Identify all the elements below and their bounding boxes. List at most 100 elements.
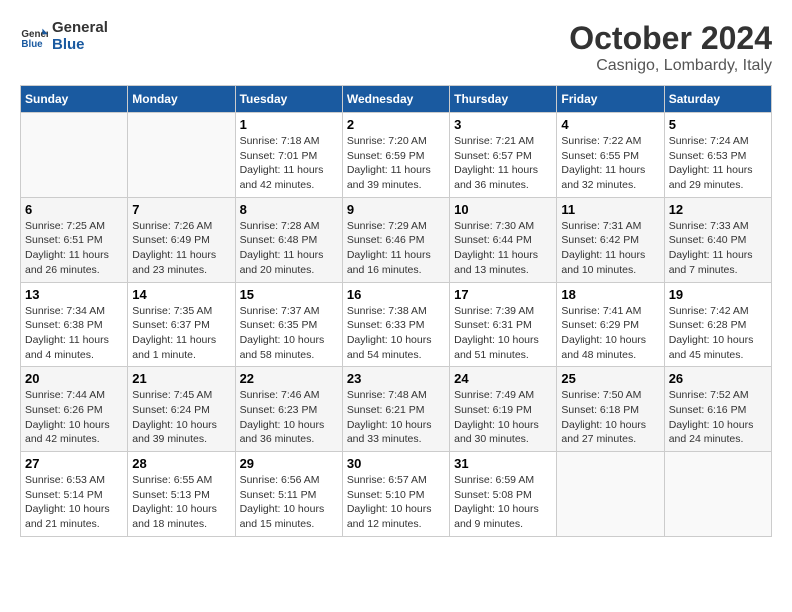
day-number: 5	[669, 117, 767, 132]
day-number: 4	[561, 117, 659, 132]
day-info: Sunrise: 7:21 AMSunset: 6:57 PMDaylight:…	[454, 134, 552, 193]
calendar-table: SundayMondayTuesdayWednesdayThursdayFrid…	[20, 85, 772, 537]
day-cell: 25Sunrise: 7:50 AMSunset: 6:18 PMDayligh…	[557, 367, 664, 452]
day-cell	[21, 113, 128, 198]
week-row-1: 1 Sunrise: 7:18 AMSunset: 7:01 PMDaylight…	[21, 113, 772, 198]
location-title: Casnigo, Lombardy, Italy	[569, 57, 772, 75]
day-cell: 11Sunrise: 7:31 AMSunset: 6:42 PMDayligh…	[557, 197, 664, 282]
day-cell: 15Sunrise: 7:37 AMSunset: 6:35 PMDayligh…	[235, 282, 342, 367]
day-number: 8	[240, 202, 338, 217]
day-info: Sunrise: 7:44 AMSunset: 6:26 PMDaylight:…	[25, 388, 123, 447]
day-cell: 10 Sunrise: 7:30 AMSunset: 6:44 PMDayligh…	[450, 197, 557, 282]
day-number: 26	[669, 371, 767, 386]
day-number: 12	[669, 202, 767, 217]
day-info: Sunrise: 7:49 AMSunset: 6:19 PMDaylight:…	[454, 388, 552, 447]
title-area: October 2024 Casnigo, Lombardy, Italy	[569, 20, 772, 75]
day-info: Sunrise: 6:59 AMSunset: 5:08 PMDaylight:…	[454, 473, 552, 532]
day-cell: 31Sunrise: 6:59 AMSunset: 5:08 PMDayligh…	[450, 452, 557, 537]
day-number: 16	[347, 287, 445, 302]
day-info: Sunrise: 7:41 AMSunset: 6:29 PMDaylight:…	[561, 304, 659, 363]
day-info: Sunrise: 7:38 AMSunset: 6:33 PMDaylight:…	[347, 304, 445, 363]
day-number: 10	[454, 202, 552, 217]
day-info: Sunrise: 7:34 AMSunset: 6:38 PMDaylight:…	[25, 304, 123, 363]
logo: General Blue General Blue	[20, 20, 108, 53]
day-number: 2	[347, 117, 445, 132]
day-number: 30	[347, 456, 445, 471]
day-cell: 8 Sunrise: 7:28 AMSunset: 6:48 PMDaylight…	[235, 197, 342, 282]
day-number: 18	[561, 287, 659, 302]
day-info: Sunrise: 7:28 AMSunset: 6:48 PMDaylight:…	[240, 219, 338, 278]
day-cell: 14Sunrise: 7:35 AMSunset: 6:37 PMDayligh…	[128, 282, 235, 367]
day-info: Sunrise: 7:48 AMSunset: 6:21 PMDaylight:…	[347, 388, 445, 447]
day-info: Sunrise: 7:26 AMSunset: 6:49 PMDaylight:…	[132, 219, 230, 278]
day-info: Sunrise: 7:24 AMSunset: 6:53 PMDaylight:…	[669, 134, 767, 193]
header-cell-saturday: Saturday	[664, 86, 771, 113]
day-number: 20	[25, 371, 123, 386]
day-info: Sunrise: 7:50 AMSunset: 6:18 PMDaylight:…	[561, 388, 659, 447]
day-cell	[664, 452, 771, 537]
day-info: Sunrise: 6:56 AMSunset: 5:11 PMDaylight:…	[240, 473, 338, 532]
day-info: Sunrise: 7:29 AMSunset: 6:46 PMDaylight:…	[347, 219, 445, 278]
day-cell: 27Sunrise: 6:53 AMSunset: 5:14 PMDayligh…	[21, 452, 128, 537]
day-info: Sunrise: 6:55 AMSunset: 5:13 PMDaylight:…	[132, 473, 230, 532]
header-cell-monday: Monday	[128, 86, 235, 113]
day-cell: 7 Sunrise: 7:26 AMSunset: 6:49 PMDaylight…	[128, 197, 235, 282]
day-cell: 4 Sunrise: 7:22 AMSunset: 6:55 PMDaylight…	[557, 113, 664, 198]
day-info: Sunrise: 7:22 AMSunset: 6:55 PMDaylight:…	[561, 134, 659, 193]
day-number: 13	[25, 287, 123, 302]
day-cell: 5 Sunrise: 7:24 AMSunset: 6:53 PMDaylight…	[664, 113, 771, 198]
day-number: 22	[240, 371, 338, 386]
day-number: 11	[561, 202, 659, 217]
day-cell: 9Sunrise: 7:29 AMSunset: 6:46 PMDaylight…	[342, 197, 449, 282]
day-number: 21	[132, 371, 230, 386]
day-info: Sunrise: 6:57 AMSunset: 5:10 PMDaylight:…	[347, 473, 445, 532]
day-number: 1	[240, 117, 338, 132]
day-number: 27	[25, 456, 123, 471]
day-cell: 20 Sunrise: 7:44 AMSunset: 6:26 PMDayligh…	[21, 367, 128, 452]
logo-icon: General Blue	[20, 23, 48, 51]
header-cell-friday: Friday	[557, 86, 664, 113]
day-number: 24	[454, 371, 552, 386]
day-cell: 3 Sunrise: 7:21 AMSunset: 6:57 PMDaylight…	[450, 113, 557, 198]
day-number: 19	[669, 287, 767, 302]
day-info: Sunrise: 7:25 AMSunset: 6:51 PMDaylight:…	[25, 219, 123, 278]
day-number: 7	[132, 202, 230, 217]
day-number: 29	[240, 456, 338, 471]
day-cell: 19 Sunrise: 7:42 AMSunset: 6:28 PMDayligh…	[664, 282, 771, 367]
day-cell: 21Sunrise: 7:45 AMSunset: 6:24 PMDayligh…	[128, 367, 235, 452]
day-info: Sunrise: 7:30 AMSunset: 6:44 PMDaylight:…	[454, 219, 552, 278]
day-cell: 2 Sunrise: 7:20 AMSunset: 6:59 PMDaylight…	[342, 113, 449, 198]
day-cell: 30 Sunrise: 6:57 AMSunset: 5:10 PMDayligh…	[342, 452, 449, 537]
day-info: Sunrise: 7:20 AMSunset: 6:59 PMDaylight:…	[347, 134, 445, 193]
week-row-3: 13 Sunrise: 7:34 AMSunset: 6:38 PMDayligh…	[21, 282, 772, 367]
day-cell: 17Sunrise: 7:39 AMSunset: 6:31 PMDayligh…	[450, 282, 557, 367]
day-cell: 18 Sunrise: 7:41 AMSunset: 6:29 PMDayligh…	[557, 282, 664, 367]
day-cell	[557, 452, 664, 537]
day-number: 17	[454, 287, 552, 302]
day-number: 23	[347, 371, 445, 386]
day-info: Sunrise: 7:46 AMSunset: 6:23 PMDaylight:…	[240, 388, 338, 447]
header-cell-tuesday: Tuesday	[235, 86, 342, 113]
day-info: Sunrise: 7:42 AMSunset: 6:28 PMDaylight:…	[669, 304, 767, 363]
logo-general: General	[52, 20, 108, 37]
day-number: 3	[454, 117, 552, 132]
day-cell: 22 Sunrise: 7:46 AMSunset: 6:23 PMDayligh…	[235, 367, 342, 452]
day-cell: 23 Sunrise: 7:48 AMSunset: 6:21 PMDayligh…	[342, 367, 449, 452]
day-cell: 12Sunrise: 7:33 AMSunset: 6:40 PMDayligh…	[664, 197, 771, 282]
day-info: Sunrise: 7:37 AMSunset: 6:35 PMDaylight:…	[240, 304, 338, 363]
logo-blue: Blue	[52, 37, 108, 54]
day-cell: 1 Sunrise: 7:18 AMSunset: 7:01 PMDaylight…	[235, 113, 342, 198]
month-title: October 2024	[569, 20, 772, 57]
day-number: 28	[132, 456, 230, 471]
day-info: Sunrise: 7:18 AMSunset: 7:01 PMDaylight:…	[240, 134, 338, 193]
day-info: Sunrise: 7:52 AMSunset: 6:16 PMDaylight:…	[669, 388, 767, 447]
header-row: SundayMondayTuesdayWednesdayThursdayFrid…	[21, 86, 772, 113]
svg-text:Blue: Blue	[21, 38, 43, 49]
day-cell	[128, 113, 235, 198]
day-cell: 26 Sunrise: 7:52 AMSunset: 6:16 PMDayligh…	[664, 367, 771, 452]
header-cell-wednesday: Wednesday	[342, 86, 449, 113]
day-number: 14	[132, 287, 230, 302]
day-cell: 24 Sunrise: 7:49 AMSunset: 6:19 PMDayligh…	[450, 367, 557, 452]
week-row-5: 27Sunrise: 6:53 AMSunset: 5:14 PMDayligh…	[21, 452, 772, 537]
day-cell: 29 Sunrise: 6:56 AMSunset: 5:11 PMDayligh…	[235, 452, 342, 537]
